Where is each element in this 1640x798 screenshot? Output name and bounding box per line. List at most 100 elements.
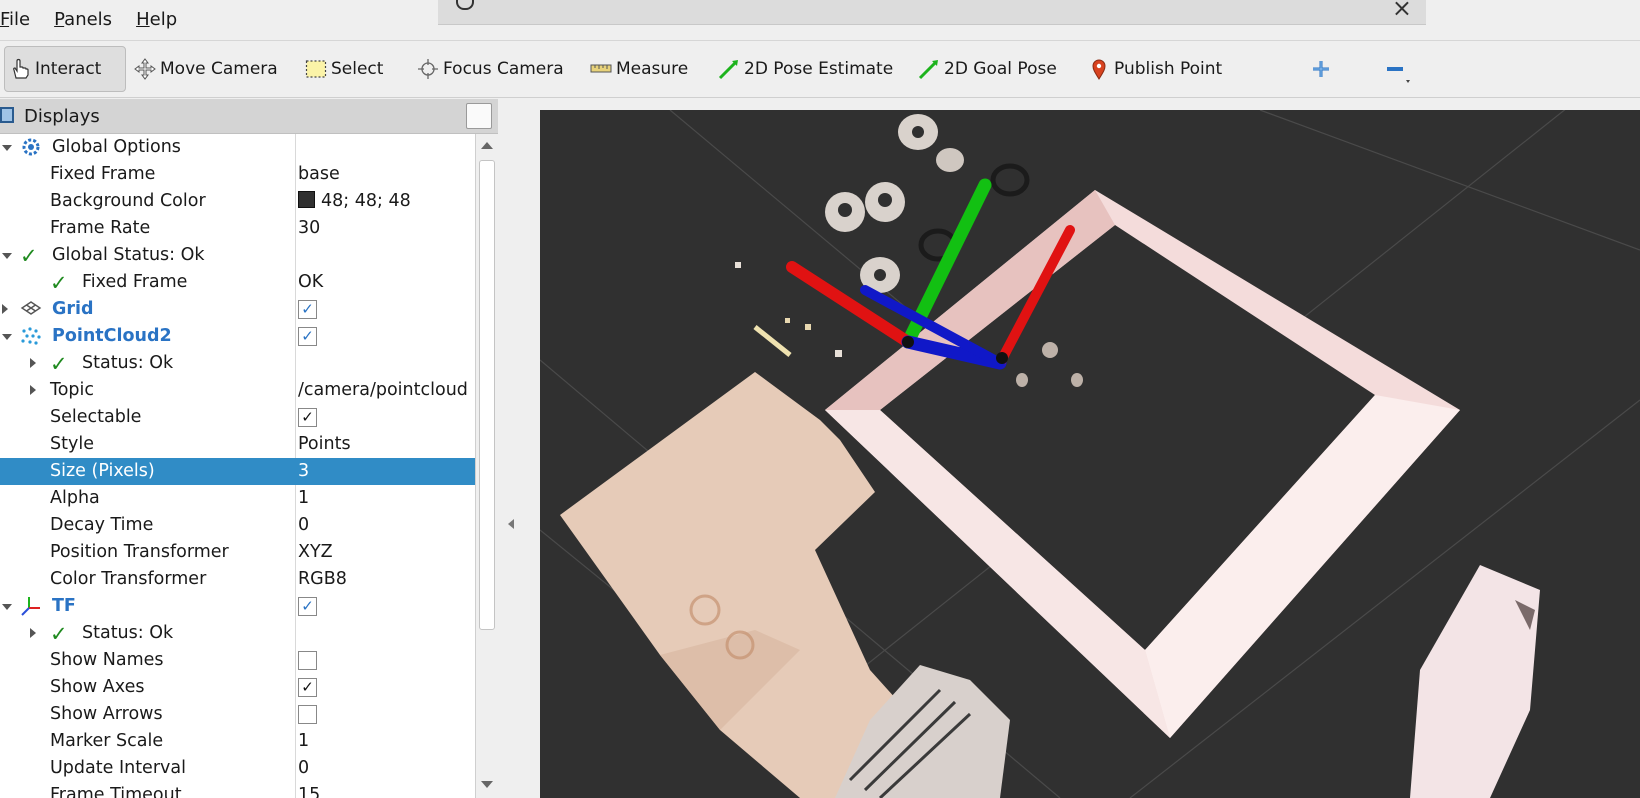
collapse-arrow-icon[interactable] [30, 628, 36, 638]
show-axes-checkbox[interactable]: ✓ [298, 678, 317, 697]
tree-row-style[interactable]: Style Points [0, 431, 475, 458]
expand-arrow-icon[interactable] [2, 253, 12, 259]
tree-scrollbar[interactable] [475, 134, 498, 798]
global-options-label: Global Options [52, 137, 181, 157]
floating-dock-titlebar[interactable]: × [438, 0, 1426, 25]
tree-row-update-interval[interactable]: Update Interval 0 [0, 755, 475, 782]
fixed-frame-value[interactable]: base [298, 161, 340, 188]
frame-timeout-value[interactable]: 15 [298, 782, 320, 798]
monitor-icon [0, 107, 14, 123]
tree-row-alpha[interactable]: Alpha 1 [0, 485, 475, 512]
panel-splitter[interactable] [498, 99, 540, 798]
collapse-arrow-icon[interactable] [2, 304, 8, 314]
tree-row-global-status[interactable]: ✓ Global Status: Ok [0, 242, 475, 269]
frame-rate-value[interactable]: 30 [298, 215, 320, 242]
tree-row-frame-timeout[interactable]: Frame Timeout 15 [0, 782, 475, 798]
expand-arrow-icon[interactable] [2, 145, 12, 151]
collapse-panel-arrow-icon[interactable] [508, 519, 514, 529]
tree-row-background-color[interactable]: Background Color 48; 48; 48 [0, 188, 475, 215]
update-interval-key: Update Interval [50, 758, 186, 778]
background-color-value[interactable]: 48; 48; 48 [298, 188, 411, 215]
topic-value[interactable]: /camera/pointcloud [298, 377, 468, 404]
interact-tool-button[interactable]: Interact [4, 46, 126, 92]
focus-camera-tool-button[interactable]: Focus Camera [417, 46, 564, 92]
menu-panels-rest: anels [64, 9, 113, 30]
status-fixed-frame-value: OK [298, 272, 324, 292]
expand-arrow-icon[interactable] [2, 604, 12, 610]
displays-panel-title: Displays [24, 105, 100, 127]
tree-row-fixed-frame[interactable]: Fixed Frame base [0, 161, 475, 188]
grid-enabled-checkbox[interactable]: ✓ [298, 300, 317, 319]
menu-help[interactable]: Help [136, 0, 187, 40]
menu-file[interactable]: File [0, 0, 40, 40]
expand-arrow-icon[interactable] [2, 334, 12, 340]
show-names-key: Show Names [50, 650, 164, 670]
tree-row-show-names[interactable]: Show Names [0, 647, 475, 674]
tree-row-tf[interactable]: TF ✓ [0, 593, 475, 620]
tree-row-frame-rate[interactable]: Frame Rate 30 [0, 215, 475, 242]
tree-row-position-transformer[interactable]: Position Transformer XYZ [0, 539, 475, 566]
position-transformer-value[interactable]: XYZ [298, 539, 333, 566]
tree-row-size-pixels[interactable]: Size (Pixels) 3 [0, 458, 475, 485]
global-status-label: Global Status: Ok [52, 245, 205, 265]
publish-point-tool-button[interactable]: Publish Point [1088, 46, 1222, 92]
move-camera-tool-button[interactable]: Move Camera [134, 46, 278, 92]
collapse-arrow-icon[interactable] [30, 358, 36, 368]
displays-tree[interactable]: Global Options Fixed Frame base Backgrou… [0, 134, 475, 798]
pointcloud-status-label: Status: Ok [82, 353, 174, 373]
checkmark-icon: ✓ [50, 622, 68, 646]
selectable-checkbox[interactable]: ✓ [298, 408, 317, 427]
select-box-icon [305, 58, 327, 80]
menu-panels[interactable]: Panels [54, 0, 122, 40]
scroll-down-arrow-icon[interactable] [481, 781, 493, 788]
tree-row-selectable[interactable]: Selectable ✓ [0, 404, 475, 431]
tree-row-show-arrows[interactable]: Show Arrows [0, 701, 475, 728]
scroll-up-arrow-icon[interactable] [481, 142, 493, 149]
size-pixels-value[interactable]: 3 [298, 458, 309, 485]
move-camera-tool-label: Move Camera [160, 59, 278, 79]
style-value[interactable]: Points [298, 431, 351, 458]
undock-button[interactable] [466, 103, 492, 129]
tree-row-decay-time[interactable]: Decay Time 0 [0, 512, 475, 539]
tree-row-grid[interactable]: Grid ✓ [0, 296, 475, 323]
tree-row-marker-scale[interactable]: Marker Scale 1 [0, 728, 475, 755]
scrollbar-thumb[interactable] [479, 160, 495, 630]
color-transformer-value[interactable]: RGB8 [298, 566, 347, 593]
interact-tool-label: Interact [35, 59, 102, 79]
tf-enabled-checkbox[interactable]: ✓ [298, 597, 317, 616]
pose-estimate-tool-label: 2D Pose Estimate [744, 59, 894, 79]
tree-row-topic[interactable]: Topic /camera/pointcloud [0, 377, 475, 404]
decay-time-value[interactable]: 0 [298, 512, 309, 539]
menu-panels-accel: P [54, 9, 65, 30]
color-swatch[interactable] [298, 191, 315, 208]
tree-row-status-fixed-frame[interactable]: ✓ Fixed Frame OK [0, 269, 475, 296]
frame-rate-key: Frame Rate [50, 218, 151, 238]
update-interval-value[interactable]: 0 [298, 755, 309, 782]
show-arrows-checkbox[interactable] [298, 705, 317, 724]
tree-row-pointcloud2[interactable]: PointCloud2 ✓ [0, 323, 475, 350]
measure-tool-button[interactable]: Measure [590, 46, 688, 92]
marker-scale-value[interactable]: 1 [298, 728, 309, 755]
select-tool-button[interactable]: Select [305, 46, 383, 92]
pointcloud2-enabled-checkbox[interactable]: ✓ [298, 327, 317, 346]
checkmark-icon: ✓ [50, 271, 68, 295]
selectable-key: Selectable [50, 407, 142, 427]
add-tool-button[interactable] [1310, 46, 1336, 92]
render-3d-view[interactable] [540, 110, 1640, 798]
close-icon[interactable]: × [1392, 0, 1412, 22]
checkmark-icon: ✓ [50, 352, 68, 376]
pose-estimate-tool-button[interactable]: 2D Pose Estimate [718, 46, 893, 92]
checkmark-icon: ✓ [20, 244, 38, 268]
show-names-checkbox[interactable] [298, 651, 317, 670]
tree-row-pointcloud-status[interactable]: ✓ Status: Ok [0, 350, 475, 377]
background-color-key: Background Color [50, 191, 206, 211]
alpha-value[interactable]: 1 [298, 485, 309, 512]
goal-pose-tool-button[interactable]: 2D Goal Pose [918, 46, 1057, 92]
tree-row-show-axes[interactable]: Show Axes ✓ [0, 674, 475, 701]
tree-row-color-transformer[interactable]: Color Transformer RGB8 [0, 566, 475, 593]
remove-tool-button[interactable] [1384, 46, 1410, 92]
collapse-arrow-icon[interactable] [30, 385, 36, 395]
map-pin-icon [1088, 58, 1110, 80]
tree-row-global-options[interactable]: Global Options [0, 134, 475, 161]
tree-row-tf-status[interactable]: ✓ Status: Ok [0, 620, 475, 647]
